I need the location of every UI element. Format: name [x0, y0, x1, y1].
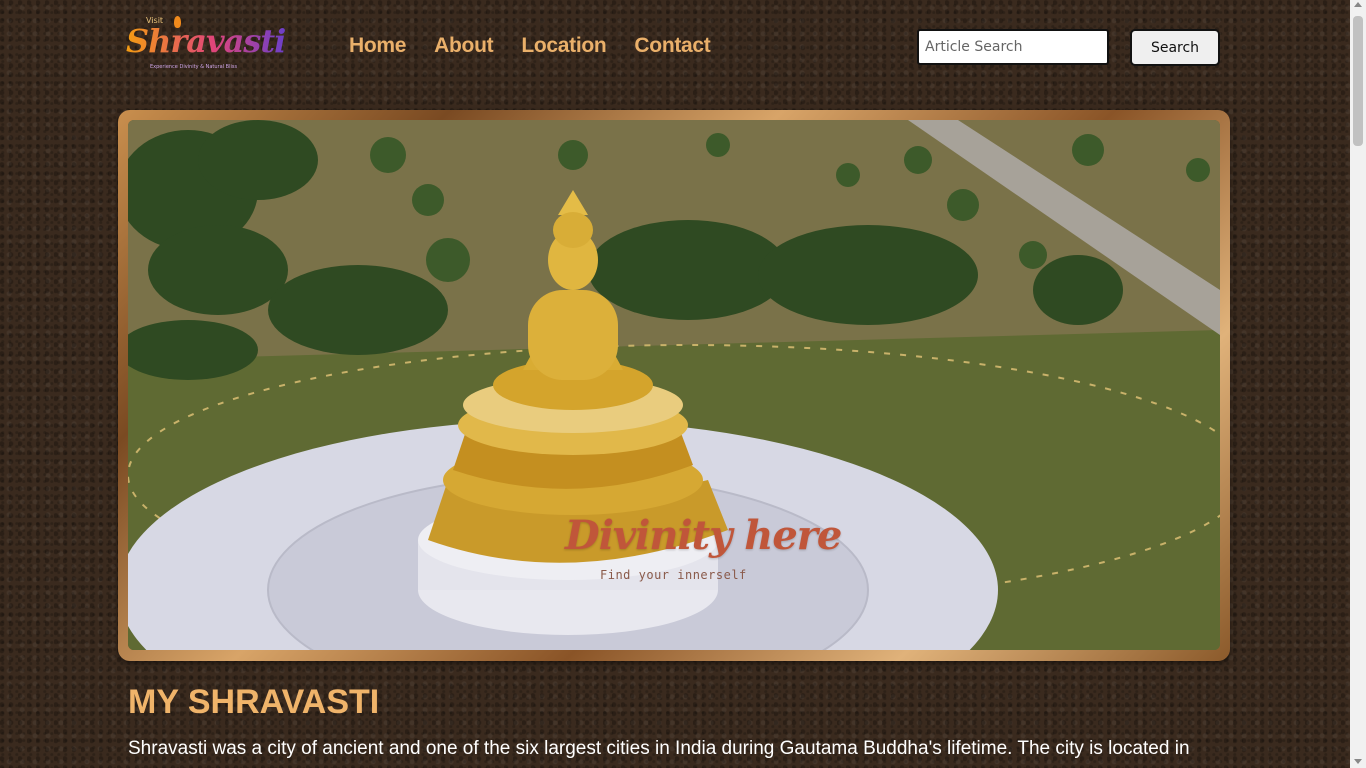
- article-search-input[interactable]: [917, 29, 1109, 65]
- page-title: MY SHRAVASTI: [128, 683, 380, 721]
- page-scrollbar[interactable]: [1350, 0, 1366, 768]
- search-button[interactable]: Search: [1130, 29, 1220, 66]
- scrollbar-thumb[interactable]: [1353, 16, 1363, 146]
- scroll-up-icon[interactable]: [1354, 2, 1362, 7]
- site-header: Visit Shravasti Experience Divinity & Na…: [0, 0, 1350, 96]
- intro-paragraph: Shravasti was a city of ancient and one …: [128, 738, 1190, 759]
- hero-overlay-title: Divinity here: [565, 512, 842, 559]
- scroll-down-icon[interactable]: [1354, 759, 1362, 764]
- nav-about[interactable]: About: [434, 34, 493, 58]
- nav-location[interactable]: Location: [521, 34, 606, 58]
- hero-overlay-subtitle: Find your innerself: [600, 568, 747, 582]
- site-logo[interactable]: Visit Shravasti Experience Divinity & Na…: [126, 16, 286, 74]
- hero-frame: Divinity here Find your innerself: [118, 110, 1230, 661]
- hero-image: Divinity here Find your innerself: [128, 120, 1220, 650]
- logo-brand-text: Shravasti: [126, 22, 286, 60]
- logo-tagline: Experience Divinity & Natural Bliss: [150, 64, 238, 70]
- nav-home[interactable]: Home: [349, 34, 406, 58]
- nav-contact[interactable]: Contact: [634, 34, 710, 58]
- main-nav: Home About Location Contact: [349, 34, 711, 58]
